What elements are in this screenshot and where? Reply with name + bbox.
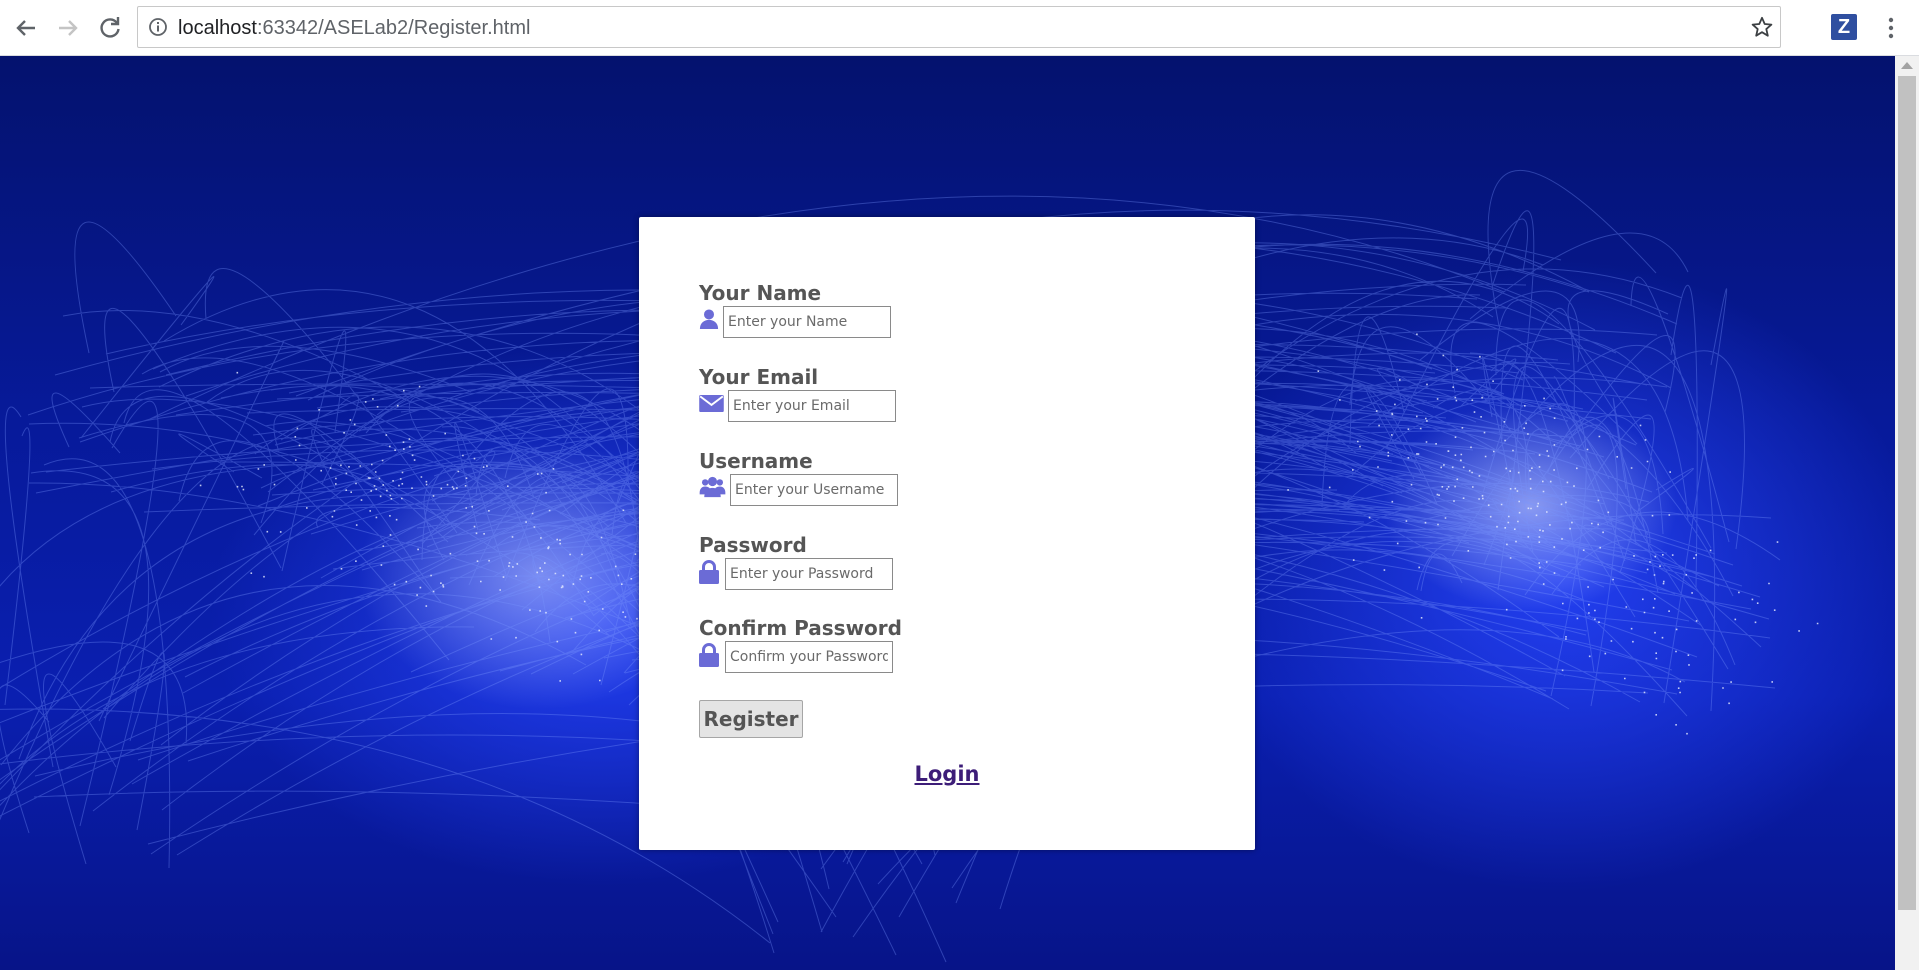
name-field: Your Name xyxy=(699,280,891,340)
register-form-card: Your Name Your Email Username xyxy=(639,217,1255,850)
kebab-menu-icon[interactable] xyxy=(1881,14,1901,42)
arrow-left-icon xyxy=(16,20,35,36)
email-label: Your Email xyxy=(699,365,819,389)
arrow-right-icon xyxy=(59,20,78,36)
name-input[interactable] xyxy=(723,306,891,338)
extension-icon[interactable]: Z xyxy=(1831,14,1857,40)
confirm-password-input[interactable] xyxy=(725,641,893,673)
username-label: Username xyxy=(699,449,813,473)
email-field: Your Email xyxy=(699,364,896,424)
password-field: Password xyxy=(699,532,893,592)
scroll-up-arrow-icon[interactable] xyxy=(1901,62,1913,69)
back-button[interactable] xyxy=(12,14,40,42)
user-icon xyxy=(699,308,721,332)
confirm-password-label: Confirm Password xyxy=(699,616,902,640)
password-input[interactable] xyxy=(725,558,893,590)
reload-button[interactable] xyxy=(96,14,124,42)
register-button[interactable]: Register xyxy=(699,700,803,738)
page-background: Your Name Your Email Username xyxy=(0,56,1895,970)
login-link[interactable]: Login xyxy=(639,762,1255,786)
scrollbar-thumb[interactable] xyxy=(1898,76,1916,910)
username-field: Username xyxy=(699,448,898,508)
address-bar[interactable]: localhost:63342/ASELab2/Register.html xyxy=(137,6,1781,48)
star-icon[interactable] xyxy=(1750,15,1774,39)
url-host: localhost xyxy=(178,17,257,39)
url-path: :63342/ASELab2/Register.html xyxy=(256,17,531,39)
vertical-scrollbar[interactable] xyxy=(1895,56,1919,970)
password-label: Password xyxy=(699,533,807,557)
username-input[interactable] xyxy=(730,474,898,506)
forward-button[interactable] xyxy=(54,14,82,42)
email-input[interactable] xyxy=(728,390,896,422)
confirm-password-field: Confirm Password xyxy=(699,615,902,675)
url-text[interactable]: localhost:63342/ASELab2/Register.html xyxy=(178,16,530,40)
browser-toolbar: localhost:63342/ASELab2/Register.html Z xyxy=(0,0,1919,56)
users-icon xyxy=(699,476,726,500)
lock-icon xyxy=(699,643,721,667)
info-icon[interactable] xyxy=(148,17,168,37)
name-label: Your Name xyxy=(699,281,822,305)
reload-icon xyxy=(100,17,120,38)
lock-icon xyxy=(699,560,721,584)
envelope-icon xyxy=(699,395,724,419)
